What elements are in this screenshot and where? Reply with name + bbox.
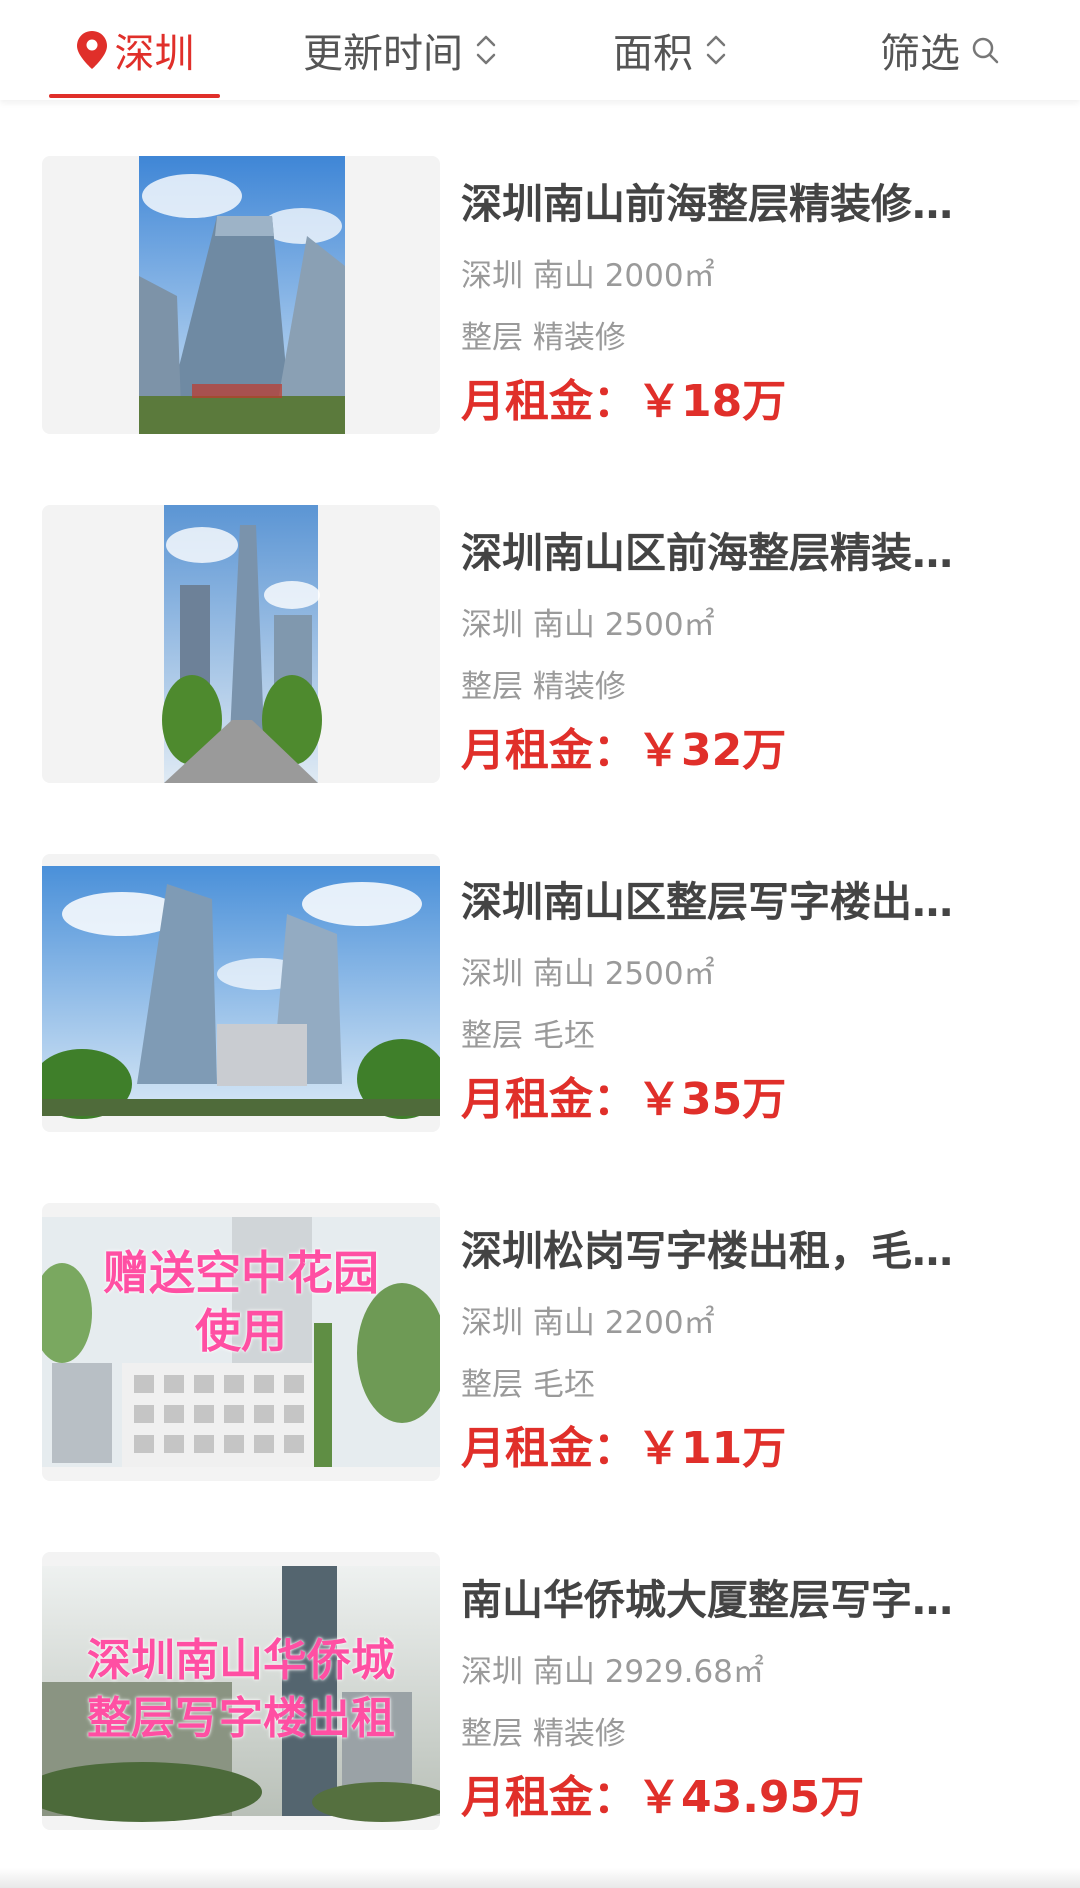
tab-update-time-label: 更新时间 bbox=[303, 31, 463, 77]
listing-title[interactable]: 南山华侨城大厦整层写字… bbox=[461, 1574, 1001, 1626]
listing-tags: 整层 精装修 bbox=[461, 320, 626, 356]
listing-title[interactable]: 深圳南山区整层写字楼出… bbox=[461, 876, 1001, 928]
listing-card[interactable]: 赠送空中花园 使用 深圳松岗写字楼出租，毛… 深圳 南山 2200㎡ 整层 毛坯… bbox=[42, 1203, 1042, 1483]
tab-area-label: 面积 bbox=[613, 31, 693, 77]
listing-location-area: 深圳 南山 2500㎡ bbox=[461, 956, 715, 992]
tab-filter[interactable]: 筛选 bbox=[870, 0, 1010, 100]
listing-tags: 整层 精装修 bbox=[461, 1716, 626, 1752]
city-skyline-photo bbox=[42, 1566, 440, 1822]
listing-thumbnail[interactable]: 赠送空中花园 使用 bbox=[42, 1203, 440, 1481]
active-tab-indicator bbox=[49, 94, 220, 98]
listing-tags: 整层 毛坯 bbox=[461, 1018, 595, 1054]
listing-location-area: 深圳 南山 2500㎡ bbox=[461, 607, 715, 643]
top-tab-bar: 深圳 更新时间 面积 筛选 bbox=[0, 0, 1080, 100]
office-tower-photo bbox=[139, 156, 345, 434]
listing-price: 月租金：￥43.95万 bbox=[461, 1772, 865, 1823]
scroll-edge-shadow bbox=[0, 1868, 1080, 1888]
location-pin-icon bbox=[76, 31, 107, 69]
listing-tags: 整层 毛坯 bbox=[461, 1367, 595, 1403]
tab-filter-label: 筛选 bbox=[880, 31, 960, 77]
thumbnail-overlay-text: 赠送空中花园 bbox=[103, 1246, 379, 1300]
tab-area[interactable]: 面积 bbox=[600, 0, 740, 100]
listing-price: 月租金：￥11万 bbox=[461, 1423, 787, 1474]
listing-price: 月租金：￥32万 bbox=[461, 725, 787, 776]
listing-price: 月租金：￥35万 bbox=[461, 1074, 787, 1125]
listing-location-area: 深圳 南山 2200㎡ bbox=[461, 1305, 715, 1341]
tab-city[interactable]: 深圳 bbox=[49, 0, 220, 100]
listing-tags: 整层 精装修 bbox=[461, 669, 626, 705]
listing-thumbnail[interactable]: 深圳南山华侨城 整层写字楼出租 bbox=[42, 1552, 440, 1830]
sort-updown-icon bbox=[706, 35, 726, 65]
listing-title[interactable]: 深圳松岗写字楼出租，毛… bbox=[461, 1225, 1001, 1277]
listing-card[interactable]: 深圳南山前海整层精装修… 深圳 南山 2000㎡ 整层 精装修 月租金：￥18万 bbox=[42, 156, 1042, 436]
listing-thumbnail[interactable] bbox=[42, 505, 440, 783]
office-tower-photo bbox=[162, 505, 322, 783]
search-icon bbox=[972, 37, 999, 64]
listing-price: 月租金：￥18万 bbox=[461, 376, 787, 427]
listing-title[interactable]: 深圳南山前海整层精装修… bbox=[461, 178, 1001, 230]
tab-city-label: 深圳 bbox=[114, 31, 195, 77]
tab-update-time[interactable]: 更新时间 bbox=[290, 0, 510, 100]
listing-title[interactable]: 深圳南山区前海整层精装… bbox=[461, 527, 1001, 579]
sort-updown-icon bbox=[476, 35, 496, 65]
listing-card[interactable]: 深圳南山华侨城 整层写字楼出租 南山华侨城大厦整层写字… 深圳 南山 2929.… bbox=[42, 1552, 1042, 1832]
listing-card[interactable]: 深圳南山区前海整层精装… 深圳 南山 2500㎡ 整层 精装修 月租金：￥32万 bbox=[42, 505, 1042, 785]
listing-location-area: 深圳 南山 2929.68㎡ bbox=[461, 1654, 764, 1690]
listing-location-area: 深圳 南山 2000㎡ bbox=[461, 258, 715, 294]
listing-card[interactable]: 深圳南山区整层写字楼出… 深圳 南山 2500㎡ 整层 毛坯 月租金：￥35万 bbox=[42, 854, 1042, 1134]
listing-thumbnail[interactable] bbox=[42, 854, 440, 1132]
listing-thumbnail[interactable] bbox=[42, 156, 440, 434]
thumbnail-overlay-text: 使用 bbox=[195, 1304, 287, 1358]
thumbnail-overlay-text: 整层写字楼出租 bbox=[87, 1693, 395, 1744]
thumbnail-overlay-text: 深圳南山华侨城 bbox=[87, 1635, 395, 1686]
twin-towers-photo bbox=[42, 866, 440, 1119]
